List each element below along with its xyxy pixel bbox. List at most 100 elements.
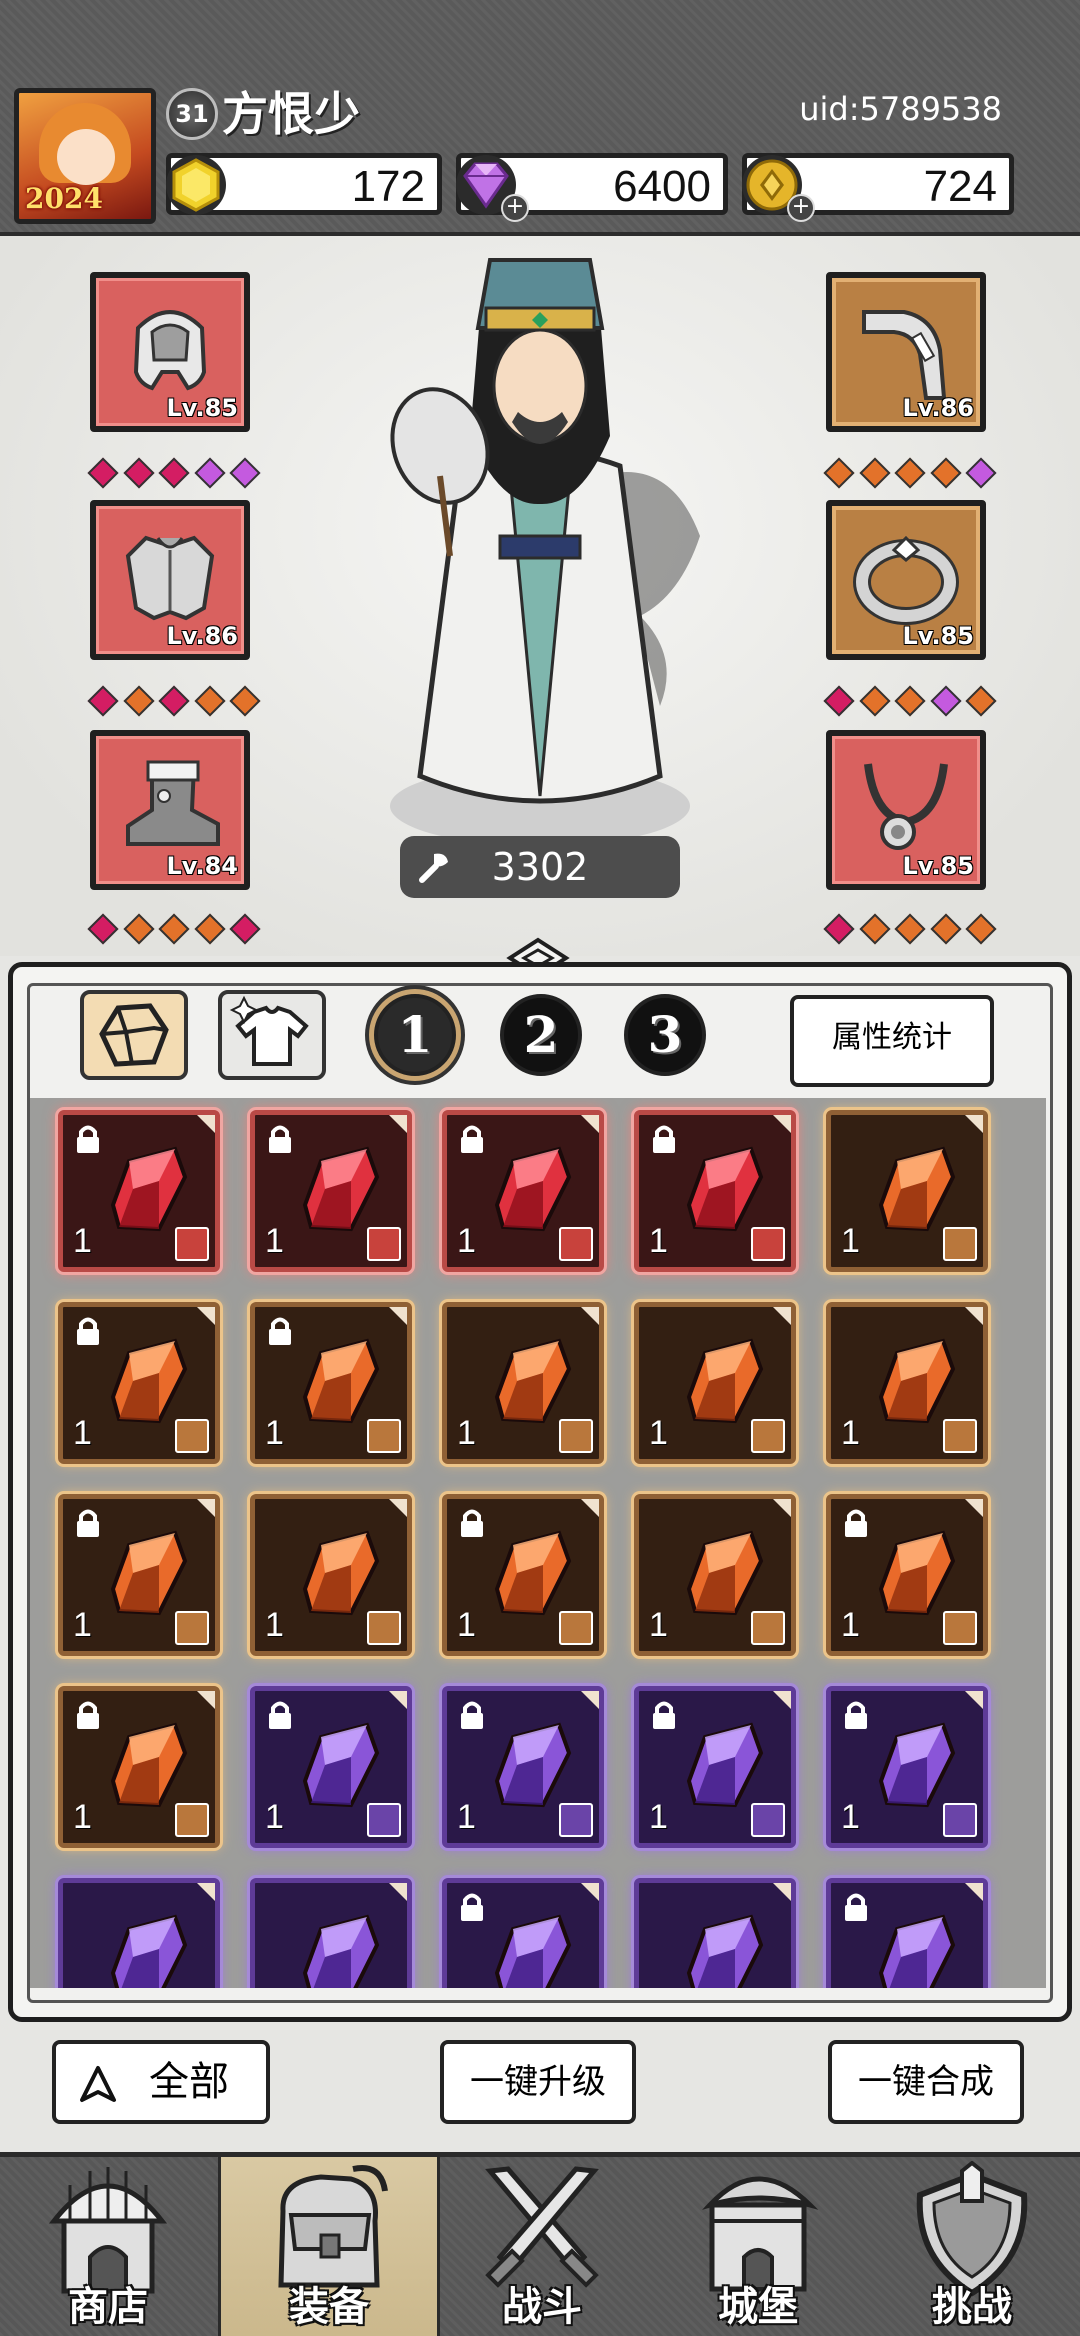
star-pip bbox=[823, 685, 855, 717]
item-slot-tag-icon bbox=[559, 1803, 593, 1837]
page-3-button[interactable]: 3 bbox=[624, 994, 706, 1076]
attribute-stats-button[interactable]: 属性统计 bbox=[790, 995, 994, 1087]
item-count: 1 bbox=[649, 1222, 668, 1260]
inventory-gem-item[interactable]: 1 bbox=[634, 1302, 796, 1464]
item-corner-marker bbox=[581, 1883, 599, 1901]
inventory-gem-item[interactable] bbox=[634, 1878, 796, 1988]
item-slot-tag-icon bbox=[367, 1419, 401, 1453]
star-pip bbox=[87, 685, 119, 717]
gem-icon bbox=[110, 1914, 188, 1988]
star-pip bbox=[965, 685, 997, 717]
inventory-gem-item[interactable]: 1 bbox=[826, 1302, 988, 1464]
hero-equipment-area: Lv.85 Lv.86 Lv.84 Lv.86 Lv.85 Lv.85 3302 bbox=[0, 236, 1080, 956]
item-corner-marker bbox=[197, 1499, 215, 1517]
weapon-slot[interactable]: Lv.86 bbox=[826, 272, 986, 432]
player-avatar[interactable]: 2024 bbox=[14, 88, 156, 224]
armor-slot[interactable]: Lv.86 bbox=[90, 500, 250, 660]
star-pip bbox=[158, 913, 190, 945]
item-count: 1 bbox=[457, 1222, 476, 1260]
item-corner-marker bbox=[773, 1691, 791, 1709]
item-corner-marker bbox=[965, 1307, 983, 1325]
inventory-gem-item[interactable]: 1 bbox=[58, 1302, 220, 1464]
inventory-gem-item[interactable]: 1 bbox=[58, 1110, 220, 1272]
tab-equipment[interactable] bbox=[218, 990, 326, 1080]
necklace-slot[interactable]: Lv.85 bbox=[826, 730, 986, 890]
tab-gems[interactable] bbox=[80, 990, 188, 1080]
item-slot-tag-icon bbox=[751, 1611, 785, 1645]
gem-icon bbox=[686, 1914, 764, 1988]
inventory-gem-item[interactable]: 1 bbox=[250, 1494, 412, 1656]
inventory-gem-item[interactable]: 1 bbox=[826, 1110, 988, 1272]
item-slot-tag-icon bbox=[175, 1803, 209, 1837]
star-pip bbox=[122, 913, 155, 945]
inventory-gem-item[interactable] bbox=[826, 1878, 988, 1988]
armor-star-row bbox=[87, 685, 261, 720]
inventory-gem-item[interactable]: 1 bbox=[250, 1686, 412, 1848]
nav-shop[interactable]: 商店 bbox=[0, 2157, 216, 2336]
item-count: 1 bbox=[73, 1798, 92, 1836]
item-slot-tag-icon bbox=[751, 1803, 785, 1837]
item-slot-tag-icon bbox=[943, 1227, 977, 1261]
add-diamond-icon[interactable]: + bbox=[501, 194, 529, 222]
star-pip bbox=[965, 457, 997, 489]
inventory-gem-item[interactable] bbox=[58, 1878, 220, 1988]
necklace-star-row bbox=[823, 913, 997, 948]
boots-slot[interactable]: Lv.84 bbox=[90, 730, 250, 890]
add-coin-icon[interactable]: + bbox=[787, 194, 815, 222]
page-1-button[interactable]: 1 bbox=[374, 994, 456, 1076]
hero-character-portrait[interactable] bbox=[340, 236, 740, 856]
helmet-star-row bbox=[87, 457, 261, 492]
item-count: 1 bbox=[73, 1222, 92, 1260]
inventory-gem-item[interactable]: 1 bbox=[826, 1494, 988, 1656]
boots-star-row bbox=[87, 913, 261, 948]
star-pip bbox=[122, 457, 155, 489]
inventory-gem-item[interactable] bbox=[250, 1878, 412, 1988]
nav-castle[interactable]: 城堡 bbox=[650, 2157, 866, 2336]
bottom-navigation: 商店 装备 战斗 城堡 挑战 bbox=[0, 2152, 1080, 2336]
star-pip bbox=[965, 913, 997, 945]
star-pip bbox=[158, 457, 190, 489]
inventory-gem-item[interactable] bbox=[442, 1878, 604, 1988]
inventory-grid: 1 1 1 1 1 1 1 1 1 1 1 1 1 1 1 1 1 1 1 1 bbox=[30, 1098, 1046, 1988]
inventory-gem-item[interactable]: 1 bbox=[250, 1302, 412, 1464]
inventory-gem-item[interactable]: 1 bbox=[634, 1494, 796, 1656]
nav-challenge[interactable]: 挑战 bbox=[864, 2157, 1080, 2336]
item-corner-marker bbox=[773, 1115, 791, 1133]
inventory-gem-item[interactable]: 1 bbox=[442, 1302, 604, 1464]
merge-all-button[interactable]: 一键合成 bbox=[828, 2040, 1024, 2124]
inventory-gem-item[interactable]: 1 bbox=[826, 1686, 988, 1848]
nav-equipment[interactable]: 装备 bbox=[218, 2157, 440, 2336]
inventory-gem-item[interactable]: 1 bbox=[442, 1494, 604, 1656]
inventory-gem-item[interactable]: 1 bbox=[58, 1494, 220, 1656]
ring-slot[interactable]: Lv.85 bbox=[826, 500, 986, 660]
item-count: 1 bbox=[265, 1606, 284, 1644]
necklace-level: Lv.85 bbox=[902, 852, 975, 880]
star-pip bbox=[929, 913, 962, 945]
item-corner-marker bbox=[197, 1883, 215, 1901]
diamond-resource-bar[interactable]: + 6400 bbox=[456, 153, 728, 222]
item-slot-tag-icon bbox=[175, 1419, 209, 1453]
filter-all-button[interactable]: 全部 bbox=[52, 2040, 270, 2124]
gem-outline-icon bbox=[99, 1003, 169, 1067]
inventory-gem-item[interactable]: 1 bbox=[442, 1110, 604, 1272]
nav-battle[interactable]: 战斗 bbox=[434, 2157, 650, 2336]
coin-resource-bar[interactable]: + 724 bbox=[742, 153, 1014, 222]
inventory-gem-item[interactable]: 1 bbox=[442, 1686, 604, 1848]
star-pip bbox=[929, 685, 962, 717]
helmet-slot[interactable]: Lv.85 bbox=[90, 272, 250, 432]
item-corner-marker bbox=[389, 1883, 407, 1901]
avatar-year-badge: 2024 bbox=[25, 182, 103, 215]
item-count: 1 bbox=[841, 1222, 860, 1260]
combat-power-value: 3302 bbox=[491, 845, 589, 889]
top-bar: 2024 31 方恨少 uid:5789538 172 + 6400 + 724 bbox=[0, 0, 1080, 236]
inventory-gem-item[interactable]: 1 bbox=[634, 1110, 796, 1272]
inventory-gem-item[interactable]: 1 bbox=[58, 1686, 220, 1848]
page-2-button[interactable]: 2 bbox=[500, 994, 582, 1076]
inventory-gem-item[interactable]: 1 bbox=[634, 1686, 796, 1848]
lock-icon bbox=[845, 1701, 867, 1729]
item-corner-marker bbox=[389, 1307, 407, 1325]
ring-star-row bbox=[823, 685, 997, 720]
inventory-gem-item[interactable]: 1 bbox=[250, 1110, 412, 1272]
gold-resource-bar: 172 bbox=[166, 153, 442, 215]
upgrade-all-button[interactable]: 一键升级 bbox=[440, 2040, 636, 2124]
